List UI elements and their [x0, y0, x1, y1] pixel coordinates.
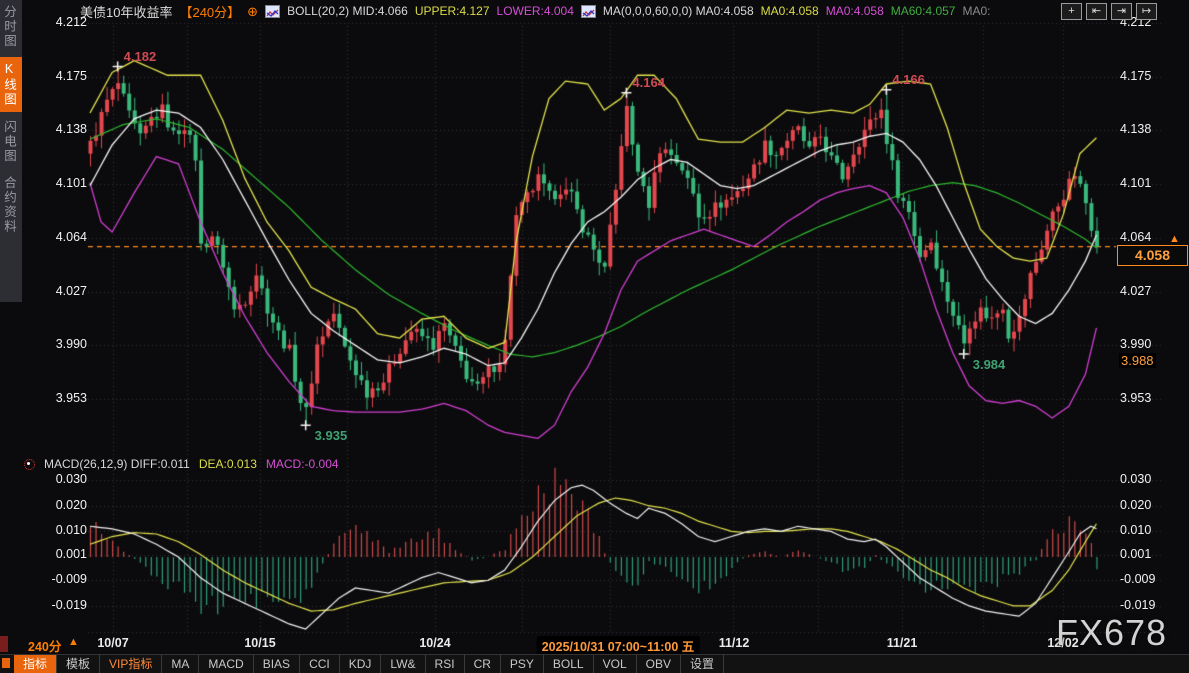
period-badge: 【240分】 — [179, 2, 240, 21]
y-axis-label: 0.010 — [1120, 523, 1151, 537]
toolbar-button-obv[interactable]: OBV — [637, 655, 681, 673]
y-axis-label: 3.953 — [1120, 391, 1151, 405]
indicator-value: BOLL(20,2) MID:4.066 — [287, 4, 408, 18]
y-axis-label: 4.175 — [1120, 69, 1151, 83]
watermark: FX678 — [1056, 612, 1167, 654]
y-axis-label: 0.030 — [35, 472, 87, 486]
indicator-value: LOWER:4.004 — [497, 4, 574, 18]
goto-latest-icon[interactable]: ↦ — [1136, 3, 1157, 20]
toolbar-button-boll[interactable]: BOLL — [544, 655, 594, 673]
trading-app-window: 分时图 K线图闪电图合约资料 美债10年收益率 【240分】 ⊕ BOLL(20,… — [0, 0, 1189, 673]
bottom-toolbar: 指标模板VIP指标MAMACDBIASCCIKDJLW&RSICRPSYBOLL… — [0, 654, 1189, 673]
pan-left-icon[interactable]: ⇤ — [1086, 3, 1107, 20]
toolbar-button-[interactable]: 模板 — [57, 655, 100, 673]
sidebar-tab-time-chart[interactable]: 分时图 — [0, 0, 22, 54]
chart-corner-controls: +⇤⇥↦ — [1061, 3, 1157, 20]
y-axis-label: -0.009 — [35, 572, 87, 586]
x-axis-highlight-label: 2025/10/31 07:00~11:00 五 — [537, 636, 700, 655]
x-axis-label: 11/12 — [719, 636, 750, 650]
toolbar-button-cci[interactable]: CCI — [300, 655, 340, 673]
timeframe-arrow-icon[interactable]: ▲ — [68, 636, 79, 648]
y-axis-label: 0.001 — [35, 547, 87, 561]
y-axis-label: -0.009 — [1120, 572, 1155, 586]
boll-indicator-icon[interactable] — [265, 5, 280, 18]
y-axis-label: 4.064 — [35, 230, 87, 244]
indicator-value: MA0: — [962, 4, 990, 18]
toolbar-button-cr[interactable]: CR — [465, 655, 501, 673]
toolbar-button-kdj[interactable]: KDJ — [340, 655, 382, 673]
toolbar-button-vip[interactable]: VIP指标 — [100, 655, 162, 673]
toolbar-button-vol[interactable]: VOL — [594, 655, 637, 673]
timeframe-label[interactable]: 240分 — [28, 636, 61, 655]
macd-values: MACD(26,12,9) DIFF:0.011 DEA:0.013 MACD:-0… — [44, 457, 339, 471]
indicator-value: MA60:4.057 — [891, 4, 956, 18]
chart-header: 美债10年收益率 【240分】 ⊕ BOLL(20,2) MID:4.066 UP… — [80, 0, 990, 22]
toolbar-button-lw[interactable]: LW& — [381, 655, 425, 673]
sidebar-tab-contract-info[interactable]: 合约资料 — [0, 171, 22, 239]
price-annotation: 4.164 — [632, 75, 665, 90]
page-title: 美债10年收益率 — [80, 2, 172, 21]
y-axis-label: 0.020 — [1120, 498, 1151, 512]
y-axis-label: 0.010 — [35, 523, 87, 537]
toolbar-button-macd[interactable]: MACD — [199, 655, 253, 673]
reference-price-label: 3.988 — [1119, 353, 1156, 368]
macd-value: MACD:-0.004 — [266, 457, 339, 471]
x-axis-label: 10/15 — [244, 636, 275, 650]
target-icon[interactable]: ⊕ — [247, 5, 258, 18]
toolbar-button-psy[interactable]: PSY — [501, 655, 544, 673]
indicator-value: UPPER:4.127 — [415, 4, 490, 18]
corner-red-badge — [0, 636, 8, 652]
y-axis-label: 0.001 — [1120, 547, 1151, 561]
y-axis-label: 0.030 — [1120, 472, 1151, 486]
y-axis-label: 4.138 — [35, 122, 87, 136]
y-axis-label: 3.990 — [35, 337, 87, 351]
y-axis-label: 4.138 — [1120, 122, 1151, 136]
chart-canvas[interactable] — [0, 0, 1189, 673]
price-annotation: 3.935 — [315, 428, 348, 443]
crosshair-icon[interactable]: + — [1061, 3, 1082, 20]
macd-panel-header: MACD(26,12,9) DIFF:0.011 DEA:0.013 MACD:-0… — [24, 457, 339, 471]
indicator-value: MA0:4.058 — [761, 4, 819, 18]
macd-value: MACD(26,12,9) DIFF:0.011 — [44, 457, 190, 471]
sidebar-tab-flash-chart[interactable]: 闪电图 — [0, 115, 22, 169]
sidebar: 分时图 K线图闪电图合约资料 — [0, 0, 22, 302]
toolbar-button-ma[interactable]: MA — [162, 655, 199, 673]
macd-value: DEA:0.013 — [199, 457, 257, 471]
x-axis: 240分 ▲ 10/07 10/15 10/24 2025/10/31 07:00~1… — [0, 635, 1189, 654]
price-annotation: 4.166 — [892, 72, 925, 87]
sidebar-tab-kline-chart[interactable]: K线图 — [0, 57, 22, 112]
toolbar-button-bias[interactable]: BIAS — [254, 655, 300, 673]
x-axis-label: 10/24 — [419, 636, 450, 650]
price-annotation: 4.182 — [124, 49, 157, 64]
y-axis-label: 4.027 — [35, 284, 87, 298]
pan-right-icon[interactable]: ⇥ — [1111, 3, 1132, 20]
ma-indicator-icon[interactable] — [581, 5, 596, 18]
y-axis-label: 3.953 — [35, 391, 87, 405]
price-up-arrow-icon: ▲ — [1169, 233, 1180, 245]
x-axis-label: 10/07 — [97, 636, 128, 650]
y-axis-label: 4.064 — [1120, 230, 1151, 244]
indicator-values: BOLL(20,2) MID:4.066 UPPER:4.127 LOWER:4.0… — [265, 4, 990, 18]
y-axis-label: 4.027 — [1120, 284, 1151, 298]
y-axis-label: -0.019 — [1120, 598, 1155, 612]
corner-orange-badge — [2, 658, 10, 668]
indicator-value: MA(0,0,0,60,0,0) MA0:4.058 — [603, 4, 754, 18]
indicator-value: MA0:4.058 — [826, 4, 884, 18]
current-price-tag: 4.058 — [1117, 245, 1188, 266]
y-axis-label: 4.101 — [35, 176, 87, 190]
price-annotation: 3.984 — [973, 357, 1006, 372]
toolbar-button-rsi[interactable]: RSI — [426, 655, 465, 673]
y-axis-label: 4.101 — [1120, 176, 1151, 190]
y-axis-label: 4.175 — [35, 69, 87, 83]
y-axis-label: 3.990 — [1120, 337, 1151, 351]
y-axis-label: 0.020 — [35, 498, 87, 512]
toolbar-button-[interactable]: 指标 — [14, 655, 57, 673]
indicator-dot-icon[interactable] — [24, 459, 35, 470]
y-axis-label: -0.019 — [35, 598, 87, 612]
x-axis-label: 11/21 — [887, 636, 918, 650]
toolbar-button-[interactable]: 设置 — [681, 655, 724, 673]
